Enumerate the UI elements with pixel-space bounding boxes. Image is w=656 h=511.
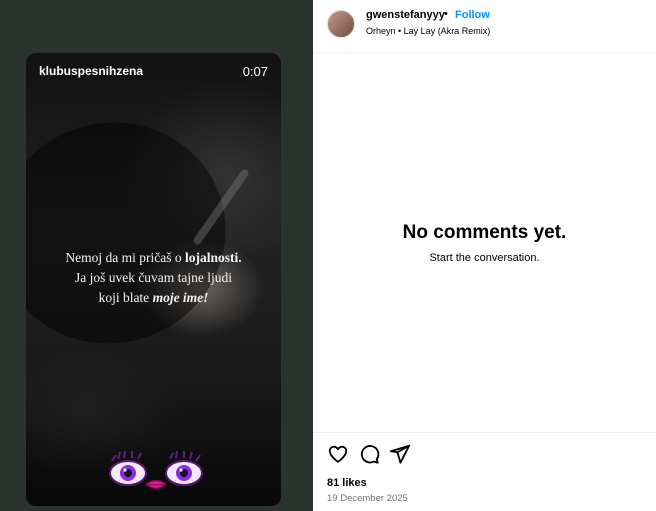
comment-icon[interactable] xyxy=(358,443,380,465)
audio-track-link[interactable]: Orheyn • Lay Lay (Akra Remix) xyxy=(366,26,490,36)
reel-timestamp: 0:07 xyxy=(242,64,268,79)
heart-icon[interactable] xyxy=(327,443,349,465)
post-author-username[interactable]: gwenstefanyyy xyxy=(366,9,445,21)
avatar[interactable] xyxy=(327,10,355,38)
caption-line-1: Nemoj da mi pričaš o lojalnosti. xyxy=(26,248,281,268)
eyes-lips-sticker-icon xyxy=(109,451,203,490)
likes-count[interactable]: 81 likes xyxy=(327,477,367,489)
caption-line-3-text: koji blate xyxy=(98,290,153,305)
reel-username[interactable]: klubuspesnihzena xyxy=(39,64,143,78)
empty-comments-title: No comments yet. xyxy=(402,222,567,243)
post-date: 19 December 2025 xyxy=(327,493,408,504)
follow-button[interactable]: Follow xyxy=(455,9,490,21)
caption-line-1-bold: lojalnosti. xyxy=(184,250,242,265)
empty-comments-subtitle: Start the conversation. xyxy=(429,252,540,264)
left-panel: klubuspesnihzena 0:07 Nemoj da mi pričaš… xyxy=(0,0,313,511)
reel-background-shape xyxy=(26,92,255,374)
header-separator: • xyxy=(444,8,448,20)
reel-caption: Nemoj da mi pričaš o lojalnosti. Ja još … xyxy=(26,248,281,308)
reel-video[interactable]: klubuspesnihzena 0:07 Nemoj da mi pričaš… xyxy=(26,53,281,506)
caption-line-2: Ja još uvek čuvam tajne ljudi xyxy=(74,270,233,285)
post-header: gwenstefanyyy • Follow Orheyn • Lay Lay … xyxy=(313,0,656,53)
caption-line-1-text: Nemoj da mi pričaš o xyxy=(65,250,185,265)
divider xyxy=(313,432,656,433)
comments-empty-state: No comments yet. Start the conversation. xyxy=(313,222,656,264)
caption-line-3-emphasis: moje ime! xyxy=(152,290,209,305)
caption-line-3: koji blate moje ime! xyxy=(26,288,281,308)
share-icon[interactable] xyxy=(389,443,411,465)
